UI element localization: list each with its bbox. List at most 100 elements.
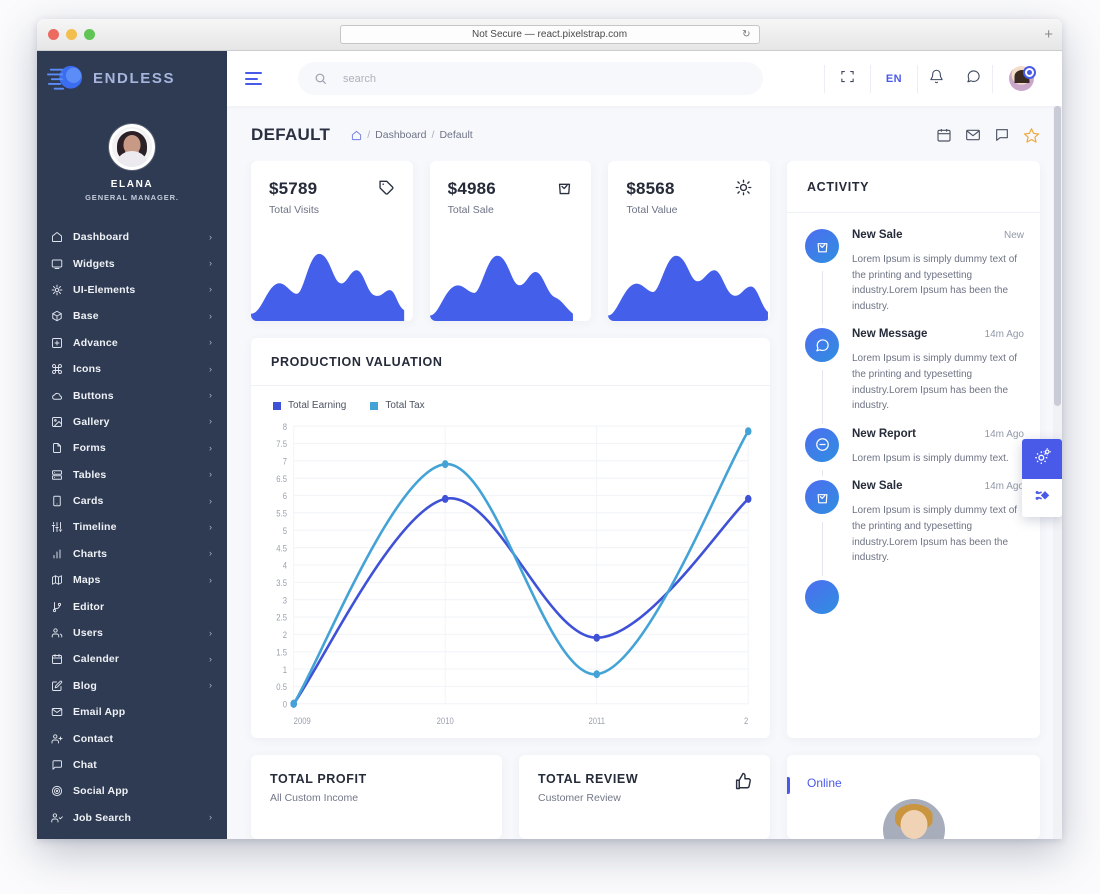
sidebar-item-job-search[interactable]: Job Search › <box>37 805 227 831</box>
share-icon <box>1033 486 1052 510</box>
avatar[interactable] <box>109 124 155 170</box>
sidebar-item-label: Social App <box>73 785 129 798</box>
sidebar-item-label: Advance <box>73 336 118 349</box>
svg-text:2: 2 <box>283 629 287 640</box>
chat-icon[interactable] <box>994 127 1010 143</box>
minimize-window-button[interactable] <box>66 29 77 40</box>
chevron-right-icon: › <box>209 680 212 691</box>
maximize-window-button[interactable] <box>84 29 95 40</box>
tag-icon <box>378 179 395 201</box>
new-tab-button[interactable]: + <box>1044 27 1053 42</box>
messages-button[interactable] <box>955 65 992 93</box>
sidebar-item-label: Dashboard <box>73 231 130 244</box>
sidebar-item-social-app[interactable]: Social App <box>37 778 227 804</box>
sidebar-item-timeline[interactable]: Timeline › <box>37 514 227 540</box>
sidebar-item-label: Editor <box>73 600 105 613</box>
chevron-right-icon: › <box>209 574 212 585</box>
sidebar-item-gallery[interactable]: Gallery › <box>37 409 227 435</box>
activity-item[interactable]: New Sale New Lorem Ipsum is simply dummy t… <box>805 229 1024 328</box>
git-branch-icon <box>51 601 67 613</box>
scrollbar-thumb[interactable] <box>1054 106 1061 406</box>
activity-item[interactable]: New Report 14m Ago Lorem Ipsum is simply d… <box>805 427 1024 481</box>
sidebar-item-email-app[interactable]: Email App <box>37 699 227 725</box>
sidebar-item-advance[interactable]: Advance › <box>37 330 227 356</box>
sidebar-item-dashboard[interactable]: Dashboard › <box>37 224 227 250</box>
topbar: EN <box>227 51 1062 106</box>
svg-text:6: 6 <box>283 490 287 501</box>
sidebar-item-contact[interactable]: Contact <box>37 725 227 751</box>
sidebar-item-widgets[interactable]: Widgets › <box>37 250 227 276</box>
right-column: ACTIVITY New Sale New Lorem Ipsum is simpl… <box>787 161 1040 839</box>
activity-item[interactable] <box>805 579 1024 614</box>
sidebar-item-maps[interactable]: Maps › <box>37 567 227 593</box>
breadcrumb-item-default[interactable]: Default <box>439 129 472 141</box>
stat-label: Total Sale <box>447 204 494 216</box>
reload-icon[interactable]: ↻ <box>742 29 750 40</box>
mail-icon <box>51 706 67 718</box>
search-input[interactable] <box>343 72 747 85</box>
activity-item[interactable]: New Sale 14m Ago Lorem Ipsum is simply dum… <box>805 480 1024 579</box>
timeline-connector <box>821 522 823 576</box>
calendar-icon[interactable] <box>936 127 952 143</box>
chevron-right-icon: › <box>209 284 212 295</box>
home-icon[interactable] <box>351 130 362 141</box>
notifications-button[interactable] <box>917 64 955 93</box>
hamburger-icon[interactable] <box>245 72 265 85</box>
svg-text:1.5: 1.5 <box>276 647 287 658</box>
activity-item[interactable]: New Message 14m Ago Lorem Ipsum is simply … <box>805 328 1024 427</box>
fullscreen-button[interactable] <box>823 64 870 93</box>
plus-square-icon <box>51 337 67 349</box>
sidebar-item-chat[interactable]: Chat <box>37 752 227 778</box>
production-valuation-card: PRODUCTION VALUATION Total Earning Total … <box>251 338 770 738</box>
legend-item[interactable]: Total Earning <box>273 400 346 411</box>
svg-text:3: 3 <box>283 595 287 606</box>
sidebar-item-buttons[interactable]: Buttons › <box>37 382 227 408</box>
language-selector[interactable]: EN <box>869 64 917 93</box>
search-box[interactable] <box>298 62 763 95</box>
close-window-button[interactable] <box>48 29 59 40</box>
timeline-connector <box>821 271 823 325</box>
settings-button[interactable] <box>1022 439 1062 479</box>
minus-circle-icon <box>805 427 839 462</box>
message-circle-icon <box>805 328 839 363</box>
window-controls[interactable] <box>48 29 95 40</box>
search-icon <box>314 72 327 85</box>
summary-card-subtitle: Customer Review <box>538 792 621 804</box>
sidebar-item-label: Maps <box>73 574 101 587</box>
sidebar-item-label: Calender <box>73 653 120 666</box>
address-bar[interactable]: Not Secure — react.pixelstrap.com ↻ <box>339 25 760 44</box>
sidebar-item-users[interactable]: Users › <box>37 620 227 646</box>
mail-icon[interactable] <box>965 127 981 143</box>
user-plus-icon <box>51 733 67 745</box>
sidebar-item-base[interactable]: Base › <box>37 303 227 329</box>
sidebar-item-tables[interactable]: Tables › <box>37 462 227 488</box>
breadcrumb-item-dashboard[interactable]: Dashboard <box>375 129 426 141</box>
chevron-right-icon: › <box>209 812 212 823</box>
sidebar-item-editor[interactable]: Editor <box>37 593 227 619</box>
sidebar-item-blog[interactable]: Blog › <box>37 673 227 699</box>
chevron-right-icon: › <box>209 231 212 242</box>
svg-text:4.5: 4.5 <box>276 543 287 554</box>
svg-text:0: 0 <box>283 699 287 710</box>
sidebar-item-ui-elements[interactable]: UI-Elements › <box>37 277 227 303</box>
stat-value: $4986 <box>447 179 496 198</box>
line-chart[interactable]: 8 7.5 7 6.5 6 5.5 5 4.5 4 3.5 3 2.5 2 1.5 1 0.5 0 2009 201… <box>263 419 754 732</box>
sidebar-item-label: Widgets <box>73 257 115 270</box>
sidebar-item-cards[interactable]: Cards › <box>37 488 227 514</box>
calendar-icon <box>51 653 67 665</box>
sidebar-item-charts[interactable]: Charts › <box>37 541 227 567</box>
user-menu[interactable] <box>992 64 1046 93</box>
sidebar-item-label: Tables <box>73 468 107 481</box>
sidebar-item-calender[interactable]: Calender › <box>37 646 227 672</box>
browser-window: Not Secure — react.pixelstrap.com ↻ + EN… <box>37 19 1062 839</box>
brand[interactable]: ENDLESS <box>37 51 227 106</box>
legend-item[interactable]: Total Tax <box>370 400 425 411</box>
sidebar-item-icons[interactable]: Icons › <box>37 356 227 382</box>
star-icon[interactable] <box>1023 127 1040 144</box>
main-area: EN <box>227 51 1062 839</box>
fullscreen-icon <box>840 69 855 89</box>
share-button[interactable] <box>1022 479 1062 517</box>
endless-logo-icon <box>47 63 85 95</box>
sidebar-item-forms[interactable]: Forms › <box>37 435 227 461</box>
sidebar-nav: Dashboard › Widgets › UI-Elements › Base › Advan… <box>37 224 227 839</box>
